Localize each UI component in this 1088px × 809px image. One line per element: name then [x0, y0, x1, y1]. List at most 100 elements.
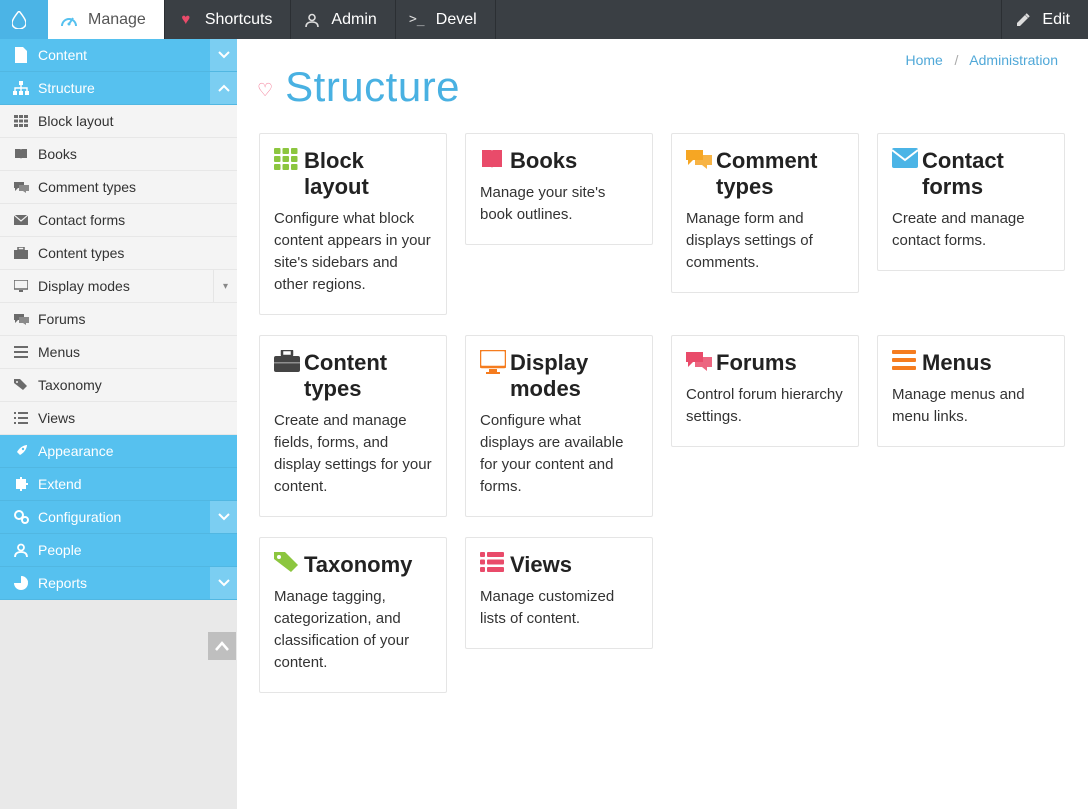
sidebar-structure[interactable]: Structure: [0, 72, 237, 105]
sidebar-sub-label: Taxonomy: [32, 377, 102, 393]
card-taxonomy[interactable]: Taxonomy Manage tagging, categorization,…: [259, 537, 447, 693]
menu-icon: [892, 350, 922, 370]
toolbar-manage[interactable]: Manage: [48, 0, 165, 39]
toolbar-devel-label: Devel: [436, 11, 477, 29]
pie-chart-icon: [10, 576, 32, 590]
card-desc: Manage tagging, categorization, and clas…: [274, 586, 432, 674]
sidebar-reports[interactable]: Reports: [0, 567, 237, 600]
pencil-icon: [1014, 13, 1032, 27]
toolbar-admin[interactable]: Admin: [291, 0, 395, 39]
briefcase-icon: [10, 247, 32, 259]
breadcrumb-sep: /: [955, 52, 959, 68]
card-books[interactable]: Books Manage your site's book outlines.: [465, 133, 653, 245]
main-content: Home / Administration ♡ Structure Block …: [237, 39, 1088, 809]
home-logo[interactable]: [0, 0, 48, 39]
card-desc: Configure what block content appears in …: [274, 208, 432, 296]
monitor-icon: [480, 350, 510, 374]
sidebar-sub-label: Forums: [32, 311, 85, 327]
drop-icon: [10, 11, 28, 29]
card-title: Views: [510, 552, 572, 578]
tag-icon: [10, 379, 32, 391]
card-title: Content types: [304, 350, 432, 402]
grid-icon: [10, 115, 32, 127]
toolbar-shortcuts-label: Shortcuts: [205, 11, 273, 29]
sidebar-structure-label: Structure: [32, 80, 95, 96]
card-contact-forms[interactable]: Contact forms Create and manage contact …: [877, 133, 1065, 271]
card-views[interactable]: Views Manage customized lists of content…: [465, 537, 653, 649]
heart-icon: ♥: [177, 11, 195, 28]
card-desc: Manage form and displays settings of com…: [686, 208, 844, 274]
card-desc: Control forum hierarchy settings.: [686, 384, 844, 428]
sidebar-sub-content-types[interactable]: Content types: [0, 237, 237, 270]
toolbar-manage-label: Manage: [88, 11, 146, 29]
card-desc: Manage customized lists of content.: [480, 586, 638, 630]
card-block-layout[interactable]: Block layout Configure what block conten…: [259, 133, 447, 315]
card-title: Contact forms: [922, 148, 1050, 200]
briefcase-icon: [274, 350, 304, 372]
chevron-down-icon[interactable]: [210, 501, 237, 533]
sidebar-sub-forums[interactable]: Forums: [0, 303, 237, 336]
card-display-modes[interactable]: Display modes Configure what displays ar…: [465, 335, 653, 517]
sidebar-sub-label: Menus: [32, 344, 80, 360]
grid-icon: [274, 148, 304, 170]
toolbar-edit[interactable]: Edit: [1001, 0, 1088, 39]
card-comment-types[interactable]: Comment types Manage form and displays s…: [671, 133, 859, 293]
sidebar-appearance[interactable]: Appearance: [0, 435, 237, 468]
caret-down-icon[interactable]: ▾: [213, 270, 237, 302]
menu-icon: [10, 346, 32, 358]
card-desc: Configure what displays are available fo…: [480, 410, 638, 498]
card-forums[interactable]: Forums Control forum hierarchy settings.: [671, 335, 859, 447]
comments-icon: [10, 313, 32, 325]
sidebar-sub-comment-types[interactable]: Comment types: [0, 171, 237, 204]
sidebar-configuration[interactable]: Configuration: [0, 501, 237, 534]
terminal-icon: >_: [408, 12, 426, 27]
card-desc: Create and manage fields, forms, and dis…: [274, 410, 432, 498]
card-content-types[interactable]: Content types Create and manage fields, …: [259, 335, 447, 517]
file-icon: [10, 47, 32, 63]
sidebar-content[interactable]: Content: [0, 39, 237, 72]
sidebar-extend[interactable]: Extend: [0, 468, 237, 501]
card-desc: Manage your site's book outlines.: [480, 182, 638, 226]
sidebar-sub-display-modes[interactable]: Display modes ▾: [0, 270, 237, 303]
card-desc: Manage menus and menu links.: [892, 384, 1050, 428]
page-title-row: ♡ Structure: [237, 39, 1088, 111]
card-title: Menus: [922, 350, 992, 376]
card-menus[interactable]: Menus Manage menus and menu links.: [877, 335, 1065, 447]
sidebar-sub-taxonomy[interactable]: Taxonomy: [0, 369, 237, 402]
cards-grid: Block layout Configure what block conten…: [237, 111, 1088, 693]
heart-outline-icon[interactable]: ♡: [257, 80, 273, 101]
toolbar-devel[interactable]: >_ Devel: [396, 0, 496, 39]
page-title: Structure: [285, 63, 460, 111]
puzzle-icon: [10, 477, 32, 491]
sidebar-sub-label: Views: [32, 410, 75, 426]
chevron-down-icon[interactable]: [210, 39, 237, 71]
card-title: Books: [510, 148, 577, 174]
gears-icon: [10, 510, 32, 524]
toolbar-edit-label: Edit: [1042, 11, 1070, 29]
scroll-to-top-button[interactable]: [208, 632, 236, 660]
sidebar-sub-label: Block layout: [32, 113, 113, 129]
sidebar-sub-books[interactable]: Books: [0, 138, 237, 171]
comments-icon: [10, 181, 32, 193]
card-title: Taxonomy: [304, 552, 412, 578]
sidebar-sub-block-layout[interactable]: Block layout: [0, 105, 237, 138]
chevron-down-icon[interactable]: [210, 567, 237, 599]
breadcrumb-admin[interactable]: Administration: [969, 52, 1058, 68]
breadcrumb: Home / Administration: [905, 52, 1058, 68]
user-icon: [303, 13, 321, 27]
breadcrumb-home[interactable]: Home: [905, 52, 942, 68]
monitor-icon: [10, 280, 32, 292]
toolbar-shortcuts[interactable]: ♥ Shortcuts: [165, 0, 292, 39]
sidebar-sub-label: Books: [32, 146, 77, 162]
sidebar-configuration-label: Configuration: [32, 509, 121, 525]
sidebar-content-label: Content: [32, 47, 87, 63]
sidebar-people[interactable]: People: [0, 534, 237, 567]
sidebar: Content Structure Block layout Books Com…: [0, 39, 237, 809]
rocket-icon: [10, 444, 32, 458]
sidebar-sub-label: Comment types: [32, 179, 136, 195]
sidebar-sub-views[interactable]: Views: [0, 402, 237, 435]
sidebar-sub-menus[interactable]: Menus: [0, 336, 237, 369]
sidebar-sub-contact-forms[interactable]: Contact forms: [0, 204, 237, 237]
chevron-up-icon[interactable]: [210, 72, 237, 104]
list-icon: [10, 412, 32, 424]
